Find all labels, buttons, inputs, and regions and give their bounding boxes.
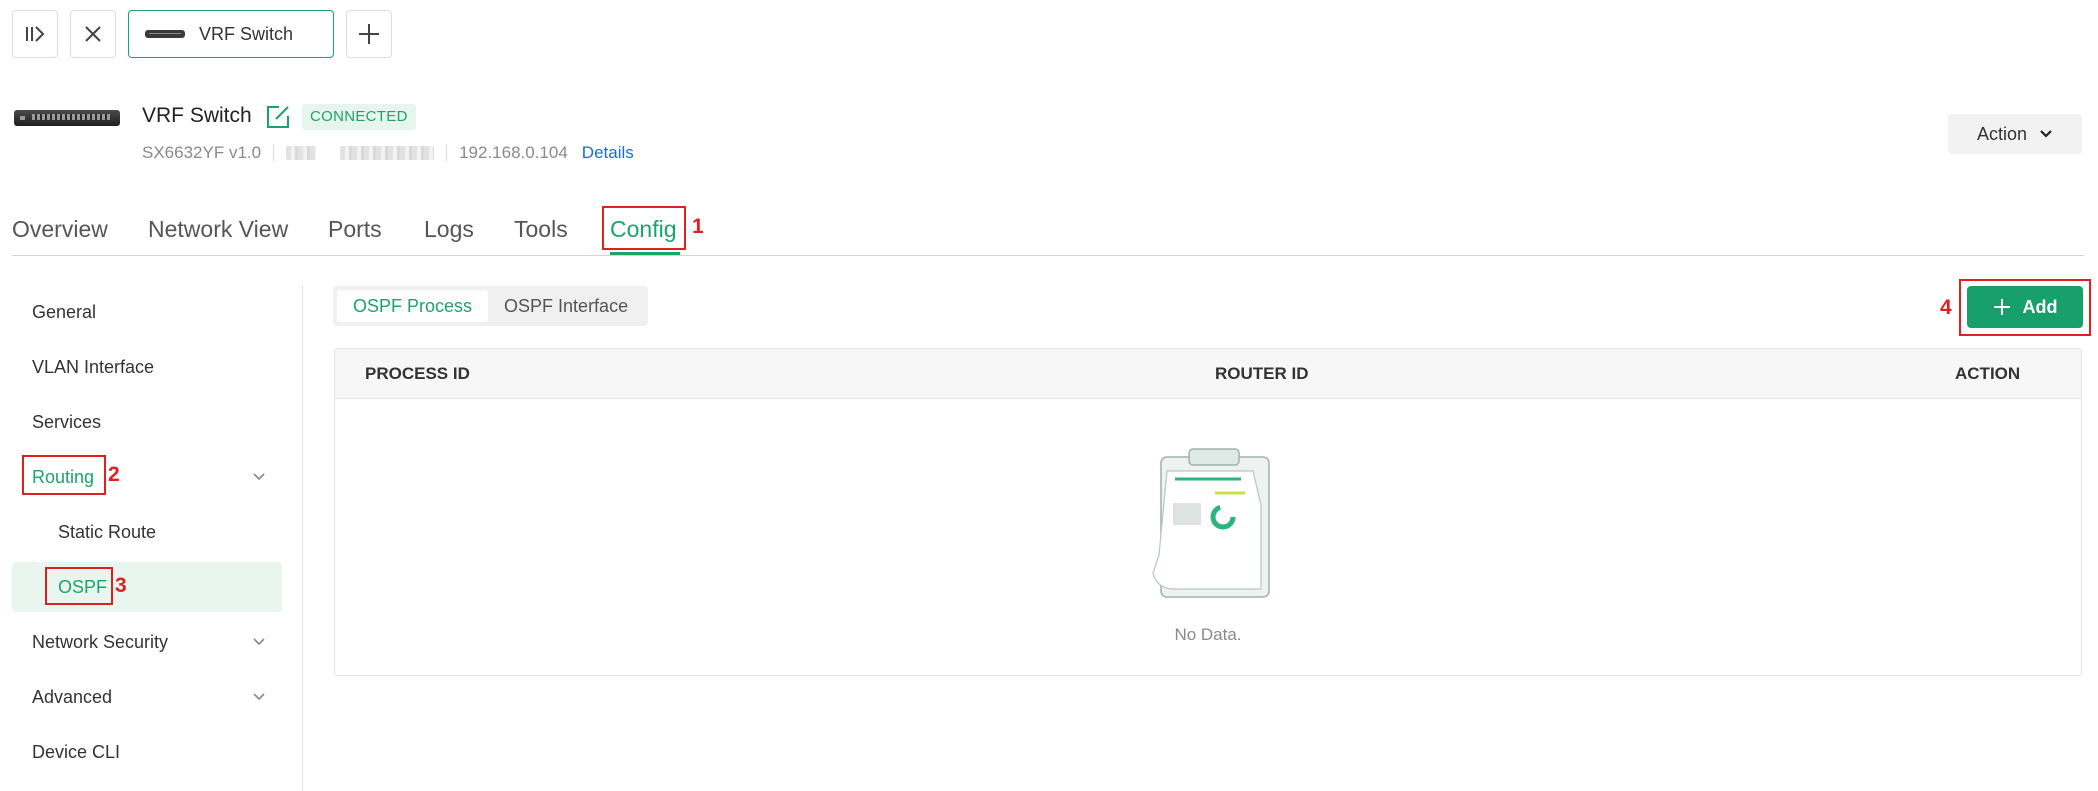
table-header: PROCESS ID ROUTER ID ACTION xyxy=(335,349,2081,399)
column-action[interactable]: ACTION xyxy=(1955,349,2020,399)
annotation-box-ospf xyxy=(45,567,113,605)
top-tab-bar: VRF Switch xyxy=(12,10,392,58)
status-badge: CONNECTED xyxy=(302,104,416,130)
annotation-number: 2 xyxy=(108,463,120,486)
switch-device-icon xyxy=(145,30,185,38)
sidebar-item-services[interactable]: Services xyxy=(12,397,282,447)
add-tab-button[interactable] xyxy=(346,10,392,58)
chevron-down-icon xyxy=(253,638,265,646)
annotation-number: 1 xyxy=(692,215,704,238)
edit-icon[interactable] xyxy=(265,104,291,130)
annotation-number: 4 xyxy=(1940,296,1952,319)
main-nav-tabs: Overview Network View Ports Logs Tools C… xyxy=(12,206,680,255)
annotation-box-add xyxy=(1959,279,2091,336)
tab-network-view[interactable]: Network View xyxy=(148,206,328,252)
sidebar-item-network-security[interactable]: Network Security xyxy=(12,617,282,667)
column-router-id[interactable]: ROUTER ID xyxy=(1215,349,1309,399)
annotation-number: 3 xyxy=(115,574,127,597)
sidebar-expand-button[interactable] xyxy=(12,10,58,58)
close-tab-button[interactable] xyxy=(70,10,116,58)
chevron-down-icon xyxy=(253,693,265,701)
details-link[interactable]: Details xyxy=(582,143,634,163)
sidebar-item-advanced[interactable]: Advanced xyxy=(12,672,282,722)
action-label: Action xyxy=(1976,123,2028,144)
close-icon xyxy=(85,26,101,42)
sidebar-item-static-route[interactable]: Static Route xyxy=(12,507,282,557)
action-dropdown-button[interactable]: Action xyxy=(1948,114,2082,154)
sidebar-item-device-cli[interactable]: Device CLI xyxy=(12,727,282,777)
device-tab[interactable]: VRF Switch xyxy=(128,10,334,58)
annotation-box-config xyxy=(602,206,686,250)
device-info-line: SX6632YF v1.0 192.168.0.104 Details xyxy=(142,143,634,163)
segment-ospf-interface[interactable]: OSPF Interface xyxy=(488,290,644,322)
tab-tools[interactable]: Tools xyxy=(514,206,610,252)
segment-tabs: OSPF Process OSPF Interface xyxy=(333,286,649,326)
ospf-process-table: PROCESS ID ROUTER ID ACTION No Data. xyxy=(334,348,2082,676)
device-image xyxy=(14,110,120,126)
device-ip: 192.168.0.104 xyxy=(459,143,568,162)
column-process-id[interactable]: PROCESS ID xyxy=(365,349,470,399)
chevron-down-icon xyxy=(253,473,265,481)
redacted-value xyxy=(286,146,317,160)
device-tab-label: VRF Switch xyxy=(199,23,294,44)
nav-divider xyxy=(12,255,2084,256)
device-name: VRF Switch xyxy=(142,104,252,127)
tab-logs[interactable]: Logs xyxy=(424,206,514,252)
empty-state-text: No Data. xyxy=(1174,625,1242,644)
tab-ports[interactable]: Ports xyxy=(328,206,424,252)
segment-ospf-process[interactable]: OSPF Process xyxy=(337,290,489,322)
sidebar-item-general[interactable]: General xyxy=(12,287,282,337)
plus-icon xyxy=(359,24,379,44)
sidebar-expand-icon xyxy=(26,26,45,42)
sidebar-item-vlan-interface[interactable]: VLAN Interface xyxy=(12,342,282,392)
annotation-box-routing xyxy=(22,455,106,495)
tab-overview[interactable]: Overview xyxy=(12,206,148,252)
redacted-value xyxy=(340,146,435,160)
sidebar-divider xyxy=(302,285,303,791)
chevron-down-icon xyxy=(2040,130,2052,138)
empty-clipboard-icon xyxy=(1152,448,1270,598)
device-model: SX6632YF v1.0 xyxy=(142,143,262,162)
